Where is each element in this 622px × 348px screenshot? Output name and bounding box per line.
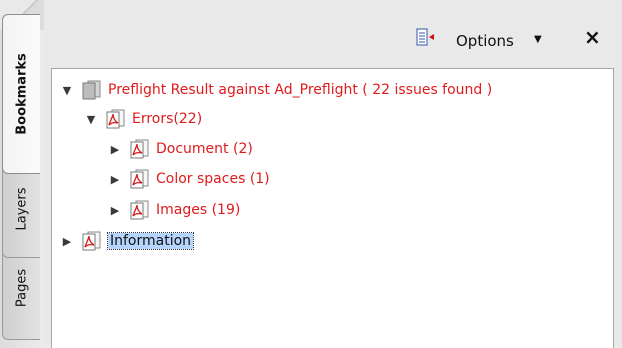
- tree-row-document[interactable]: ▶ Document (2): [108, 137, 253, 161]
- tab-layers-label: Layers: [14, 187, 29, 231]
- options-menu-icon[interactable]: [416, 28, 436, 46]
- bookmarks-toolbar: Options ▼ ×: [44, 0, 622, 68]
- tab-pages-label: Pages: [14, 268, 29, 308]
- pdf-icon: [130, 169, 149, 189]
- pdf-icon: [82, 231, 101, 251]
- close-button[interactable]: ×: [584, 25, 601, 49]
- collapse-triangle-icon[interactable]: ▶: [108, 173, 122, 186]
- tree-row-root[interactable]: ▼ Preflight Result against Ad_Preflight …: [60, 78, 492, 102]
- expand-triangle-icon[interactable]: ▼: [60, 84, 74, 97]
- tab-bookmarks-label: Bookmarks: [14, 53, 29, 135]
- tab-layers[interactable]: Layers: [2, 160, 40, 258]
- bookmarks-tree-panel: ▼ Preflight Result against Ad_Preflight …: [51, 68, 614, 348]
- chevron-down-icon[interactable]: ▼: [534, 34, 542, 45]
- tree-label-document: Document (2): [156, 141, 253, 157]
- tree-label-errors: Errors(22): [132, 111, 203, 127]
- tree-label-images: Images (19): [156, 202, 241, 218]
- expand-triangle-icon[interactable]: ▼: [84, 113, 98, 126]
- document-gray-icon: [82, 80, 101, 100]
- collapse-triangle-icon[interactable]: ▶: [108, 204, 122, 217]
- tree-label-color-spaces: Color spaces (1): [156, 171, 270, 187]
- tree-label-information: Information: [106, 232, 195, 250]
- tab-bookmarks[interactable]: Bookmarks: [2, 14, 40, 174]
- options-button[interactable]: Options: [456, 32, 514, 50]
- tree-row-color-spaces[interactable]: ▶ Color spaces (1): [108, 167, 270, 191]
- panel-tab-strip: Pages Layers Bookmarks: [0, 0, 44, 348]
- tree-row-errors[interactable]: ▼ Errors(22): [84, 107, 202, 131]
- tree-row-information[interactable]: ▶ Information: [60, 229, 195, 253]
- tree-row-images[interactable]: ▶ Images (19): [108, 198, 240, 222]
- pdf-icon: [106, 109, 125, 129]
- collapse-triangle-icon[interactable]: ▶: [108, 143, 122, 156]
- pdf-icon: [130, 139, 149, 159]
- tree-label-root: Preflight Result against Ad_Preflight ( …: [108, 82, 493, 98]
- pdf-icon: [130, 200, 149, 220]
- collapse-triangle-icon[interactable]: ▶: [60, 235, 74, 248]
